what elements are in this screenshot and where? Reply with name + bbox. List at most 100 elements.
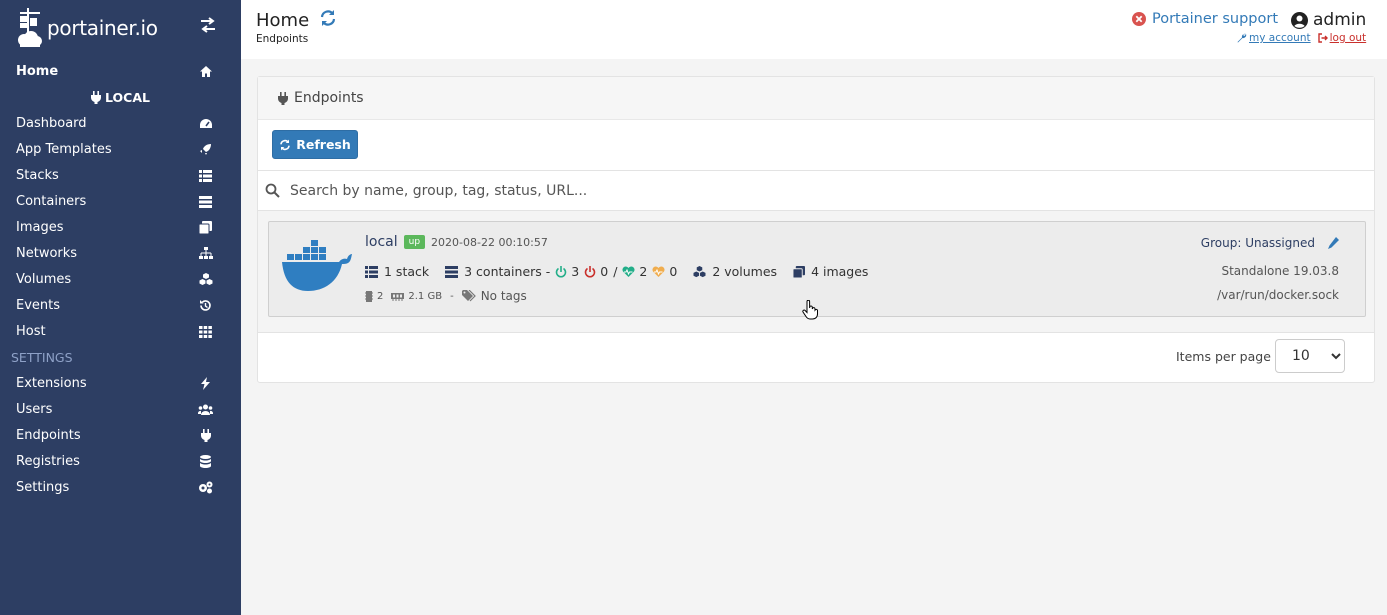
sidebar-item-label: Host — [16, 323, 46, 339]
page-title-row: Home — [256, 9, 337, 32]
volumes-count: 2 volumes — [712, 264, 778, 279]
portainer-logo[interactable]: portainer.io — [16, 6, 158, 50]
endpoint-group: Group: Unassigned — [1201, 236, 1339, 250]
sidebar-item-label: Users — [16, 401, 53, 417]
endpoint-timestamp: 2020-08-22 00:10:57 — [431, 235, 548, 249]
heartbeat-healthy-icon — [622, 265, 635, 277]
sidebar-item-stacks[interactable]: Stacks — [0, 162, 241, 188]
sidebar-item-label: Extensions — [16, 375, 87, 391]
server-icon — [445, 265, 459, 278]
running-stat: 3 — [555, 264, 579, 279]
docker-logo-icon — [282, 240, 352, 291]
endpoint-type: Standalone 19.03.8 — [1221, 264, 1339, 278]
sidebar: portainer.io Home LOCAL Dashboard App Te… — [0, 0, 241, 615]
group-label: Group: Unassigned — [1200, 236, 1315, 250]
refresh-icon[interactable] — [319, 9, 337, 32]
endpoint-url: /var/run/docker.sock — [1217, 288, 1339, 302]
sidebar-item-registries[interactable]: Registries — [0, 448, 241, 474]
tags-icon — [461, 290, 476, 302]
sidebar-item-label: Dashboard — [16, 115, 87, 131]
search-icon — [265, 183, 280, 198]
sidebar-item-dashboard[interactable]: Dashboard — [0, 110, 241, 136]
th-list-icon — [198, 168, 213, 183]
th-icon — [198, 324, 213, 339]
user-circle-icon — [1291, 11, 1308, 29]
portainer-logo-icon — [18, 8, 42, 47]
images-stat: 4 images — [793, 264, 868, 279]
items-per-page-select[interactable]: 10 — [1275, 339, 1345, 373]
database-icon — [198, 454, 213, 469]
edit-pencil-icon[interactable] — [1327, 237, 1339, 249]
power-on-icon — [556, 265, 567, 277]
my-account-label: my account — [1249, 32, 1311, 44]
cogs-icon — [198, 480, 213, 495]
items-per-page-label: Items per page — [1176, 349, 1271, 364]
stopped-stat: 0 — [584, 264, 608, 279]
refresh-label: Refresh — [296, 137, 351, 152]
unhealthy-stat: 0 — [652, 264, 677, 279]
endpoint-stats-row: 1 stack 3 containers - 3 0 / 2 0 2 volum… — [365, 264, 884, 279]
volumes-stat: 2 volumes — [693, 264, 777, 279]
separator: - — [450, 290, 454, 302]
cubes-icon — [693, 265, 706, 277]
my-account-link[interactable]: my account — [1237, 32, 1311, 44]
widget-title: Endpoints — [294, 90, 364, 106]
sidebar-item-endpoints[interactable]: Endpoints — [0, 422, 241, 448]
sidebar-toggle-icon[interactable] — [199, 17, 217, 37]
sidebar-item-volumes[interactable]: Volumes — [0, 266, 241, 292]
page-header: Home Endpoints Portainer support admin m… — [241, 0, 1387, 59]
sidebar-item-label: Settings — [16, 479, 70, 495]
server-icon — [198, 194, 213, 209]
sidebar-item-images[interactable]: Images — [0, 214, 241, 240]
rocket-icon — [198, 142, 213, 157]
cpu-stat: 2 — [365, 290, 383, 302]
bolt-icon — [198, 376, 213, 391]
cubes-icon — [198, 272, 213, 287]
sidebar-item-events[interactable]: Events — [0, 292, 241, 318]
support-label: Portainer support — [1152, 11, 1279, 27]
plug-icon — [198, 428, 213, 443]
sidebar-item-host[interactable]: Host — [0, 318, 241, 344]
hand-cursor-icon — [802, 300, 818, 320]
wrench-icon — [1237, 33, 1247, 43]
plug-icon — [91, 90, 102, 104]
search-input[interactable] — [290, 182, 990, 199]
healthy-stat: 2 — [622, 264, 647, 279]
heartbeat-unhealthy-icon — [652, 265, 665, 277]
page-title: Home — [256, 10, 310, 31]
th-list-icon — [365, 265, 378, 278]
sidebar-item-label: Home — [16, 63, 59, 79]
home-icon — [198, 64, 213, 79]
history-icon — [198, 298, 213, 313]
user-menu: admin — [1291, 10, 1366, 30]
log-out-label: log out — [1329, 32, 1367, 44]
sidebar-item-users[interactable]: Users — [0, 396, 241, 422]
portainer-support-link[interactable]: Portainer support — [1132, 11, 1278, 27]
memory-icon — [391, 292, 405, 301]
sign-out-icon — [1317, 33, 1328, 43]
sidebar-item-home[interactable]: Home — [0, 58, 241, 84]
memory-stat: 2.1 GB — [391, 291, 442, 302]
widget-header: Endpoints — [258, 77, 1374, 120]
endpoint-name: local — [365, 234, 398, 250]
sidebar-item-label: Containers — [16, 193, 87, 209]
sidebar-item-label: Events — [16, 297, 61, 313]
endpoints-widget: Endpoints Refresh local up — [257, 76, 1375, 383]
stacks-stat: 1 stack — [365, 264, 429, 279]
sidebar-item-networks[interactable]: Networks — [0, 240, 241, 266]
sidebar-item-extensions[interactable]: Extensions — [0, 370, 241, 396]
breadcrumb: Endpoints — [256, 33, 309, 45]
endpoint-title-row: local up 2020-08-22 00:10:57 — [365, 234, 548, 250]
endpoint-resources-row: 2 2.1 GB - No tags — [365, 289, 527, 303]
log-out-link[interactable]: log out — [1317, 32, 1367, 44]
sidebar-item-app-templates[interactable]: App Templates — [0, 136, 241, 162]
refresh-button[interactable]: Refresh — [272, 130, 358, 159]
status-badge: up — [403, 235, 426, 249]
sidebar-item-label: App Templates — [16, 141, 112, 157]
endpoint-label: LOCAL — [105, 89, 150, 105]
sidebar-item-containers[interactable]: Containers — [0, 188, 241, 214]
sidebar-item-settings[interactable]: Settings — [0, 474, 241, 500]
times-circle-icon — [1132, 12, 1146, 26]
tachometer-icon — [198, 116, 213, 131]
sitemap-icon — [198, 246, 213, 261]
